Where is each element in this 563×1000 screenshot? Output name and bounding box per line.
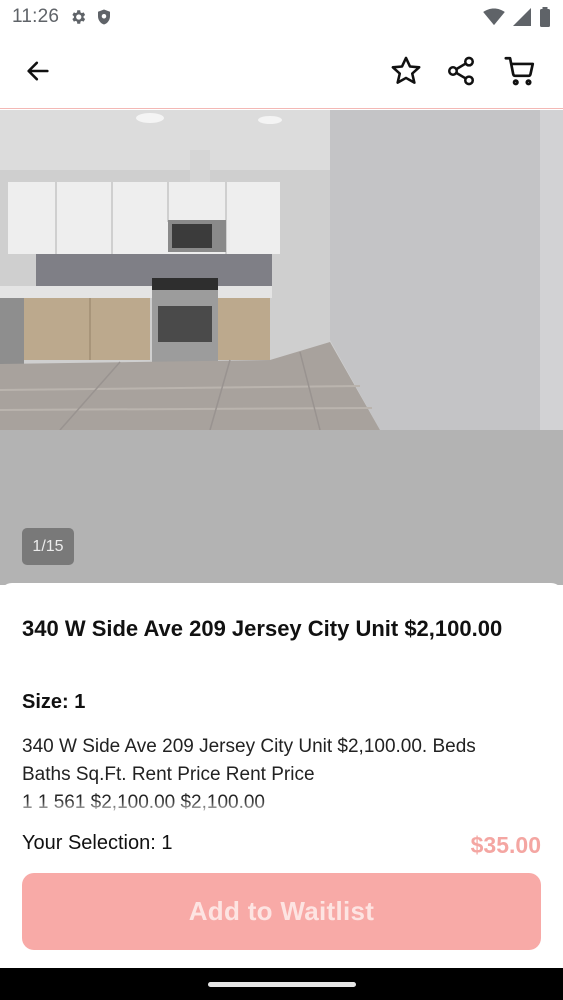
- selection-summary: Your Selection: 1: [22, 832, 173, 854]
- description-line: Baths Sq.Ft. Rent Price Rent Price: [22, 764, 315, 785]
- price-value: $35.00: [470, 832, 541, 858]
- status-bar: 11:26: [0, 0, 563, 34]
- share-button[interactable]: [443, 53, 479, 89]
- cart-icon: [504, 56, 535, 86]
- photo-counter: 1/15: [22, 528, 74, 565]
- back-arrow-icon: [27, 61, 49, 81]
- description-line: 340 W Side Ave 209 Jersey City Unit $2,1…: [22, 736, 476, 757]
- shield-icon: [98, 9, 111, 25]
- star-icon: [391, 56, 421, 84]
- listing-title: 340 W Side Ave 209 Jersey City Unit $2,1…: [22, 616, 503, 641]
- wifi-icon: [483, 8, 505, 26]
- size-label: Size:: [22, 691, 69, 713]
- size-value: 1: [74, 691, 86, 713]
- battery-icon: [540, 7, 550, 27]
- status-time: 11:26: [12, 6, 60, 27]
- back-button[interactable]: [20, 53, 56, 89]
- settings-icon: [72, 10, 86, 24]
- cart-button[interactable]: [502, 53, 538, 89]
- listing-description: 340 W Side Ave 209 Jersey City Unit $2,1…: [22, 733, 552, 817]
- status-icons-left: [69, 8, 113, 26]
- selection-footer: Your Selection: 1 $35.00 Add to Waitlist: [0, 813, 563, 968]
- size-row: Size: 1: [22, 691, 85, 714]
- kitchen-photo: [0, 110, 563, 430]
- favorite-button[interactable]: [388, 53, 424, 89]
- screen: 11:26 1/15 340 W Side Ave 209 Jersey Cit…: [0, 0, 563, 968]
- status-icons-right: [483, 7, 551, 27]
- signal-icon: [513, 8, 531, 26]
- app-bar: [0, 34, 563, 109]
- home-gesture-handle[interactable]: [208, 982, 356, 987]
- share-icon: [448, 56, 474, 86]
- add-to-waitlist-button[interactable]: Add to Waitlist: [22, 873, 541, 950]
- system-nav-bar: [0, 968, 563, 1000]
- photo-gallery[interactable]: 1/15: [0, 110, 563, 585]
